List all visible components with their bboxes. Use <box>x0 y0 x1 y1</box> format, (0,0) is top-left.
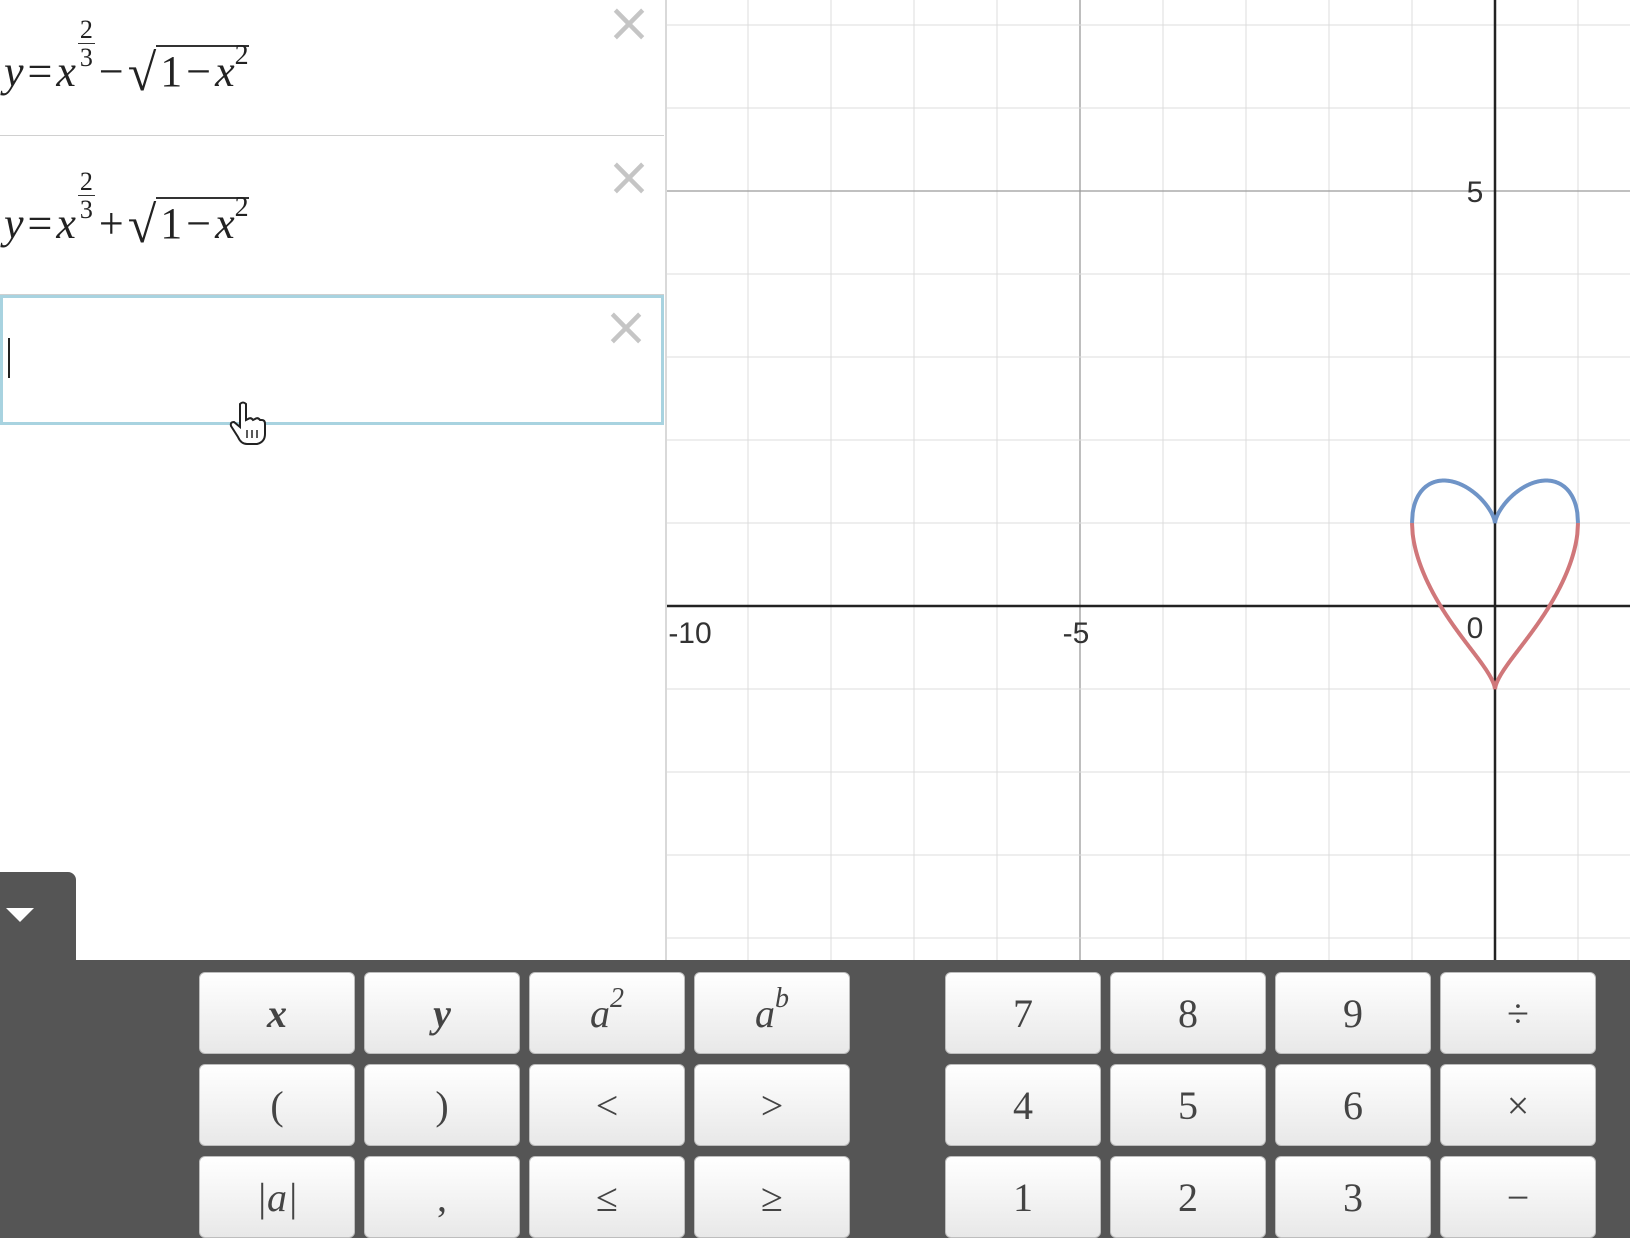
delete-expression-3-icon[interactable]: × <box>603 300 649 354</box>
key-squared-exp: 2 <box>610 983 624 1014</box>
key-2[interactable]: 2 <box>1110 1156 1266 1238</box>
expr-base: x <box>56 47 76 96</box>
hand-cursor-icon <box>229 401 266 445</box>
key-divide[interactable]: ÷ <box>1440 972 1596 1054</box>
expr-operator: + <box>98 199 124 248</box>
key-greater-equal[interactable]: ≥ <box>694 1156 850 1238</box>
exponent-fraction: 23 <box>77 15 95 72</box>
expr-lhs: y <box>4 47 24 96</box>
key-subtract[interactable]: − <box>1440 1156 1596 1238</box>
key-power[interactable]: ab <box>694 972 850 1054</box>
key-5[interactable]: 5 <box>1110 1064 1266 1146</box>
key-x[interactable]: x <box>199 972 355 1054</box>
radicand-exponent: 2 <box>234 192 249 224</box>
expression-list: y=x 2 3 −√1−x2 × y=x 2 3 +√1−x2 × × <box>0 0 667 960</box>
key-3[interactable]: 3 <box>1275 1156 1431 1238</box>
expr-base: x <box>56 199 76 248</box>
key-power-base: a <box>755 990 775 1036</box>
delete-expression-2-icon[interactable]: × <box>606 150 652 204</box>
radicand-exponent: 2 <box>234 40 249 72</box>
exponent-denominator: 3 <box>79 195 93 224</box>
key-abs[interactable]: |a| <box>199 1156 355 1238</box>
graph-paper[interactable]: -10 -5 0 5 <box>667 0 1630 960</box>
exponent-denominator: 3 <box>79 43 93 72</box>
key-less-than[interactable]: < <box>529 1064 685 1146</box>
text-caret <box>8 338 10 378</box>
expression-2-math[interactable]: y=x 2 3 +√1−x2 <box>4 168 249 254</box>
expression-row-2[interactable]: y=x 2 3 +√1−x2 × <box>0 136 664 295</box>
key-squared[interactable]: a2 <box>529 972 685 1054</box>
radicand: 1−x2 <box>156 192 249 248</box>
sqrt-symbol: √ <box>127 45 157 102</box>
expression-row-active[interactable]: × <box>0 295 664 425</box>
key-power-exp: b <box>775 983 789 1014</box>
keypad: x y a2 ab ( ) < > |a| , ≤ ≥ 7 8 9 ÷ 4 5 … <box>0 960 1630 1238</box>
x-tick-label: -10 <box>668 617 711 650</box>
exponent-numerator: 2 <box>77 15 95 44</box>
key-comma[interactable]: , <box>364 1156 520 1238</box>
key-multiply[interactable]: × <box>1440 1064 1596 1146</box>
sqrt-symbol: √ <box>127 197 157 254</box>
key-8[interactable]: 8 <box>1110 972 1266 1054</box>
graph-svg[interactable]: -10 -5 0 5 <box>667 0 1630 960</box>
expr-lhs: y <box>4 199 24 248</box>
equals-sign: = <box>27 47 53 96</box>
keypad-toggle-button[interactable] <box>0 872 76 962</box>
key-4[interactable]: 4 <box>945 1064 1101 1146</box>
radicand-operator: − <box>186 199 212 248</box>
delete-expression-1-icon[interactable]: × <box>606 0 652 50</box>
radicand-operator: − <box>186 47 212 96</box>
key-y-label: y <box>433 990 451 1036</box>
key-7[interactable]: 7 <box>945 972 1101 1054</box>
radicand-a: 1 <box>160 47 183 96</box>
key-close-paren[interactable]: ) <box>364 1064 520 1146</box>
key-squared-base: a <box>590 990 610 1036</box>
x-tick-label: -5 <box>1063 617 1090 650</box>
chevron-down-icon <box>6 908 34 922</box>
radicand-b: x <box>215 199 235 248</box>
origin-label: 0 <box>1467 612 1484 645</box>
radicand-a: 1 <box>160 199 183 248</box>
key-open-paren[interactable]: ( <box>199 1064 355 1146</box>
exponent-numerator: 2 <box>77 167 95 196</box>
key-x-label: x <box>267 990 287 1036</box>
key-9[interactable]: 9 <box>1275 972 1431 1054</box>
radicand-b: x <box>215 47 235 96</box>
expr-operator: − <box>98 47 124 96</box>
expression-row-1[interactable]: y=x 2 3 −√1−x2 × <box>0 0 664 136</box>
key-greater-than[interactable]: > <box>694 1064 850 1146</box>
key-6[interactable]: 6 <box>1275 1064 1431 1146</box>
key-1[interactable]: 1 <box>945 1156 1101 1238</box>
y-tick-label: 5 <box>1467 176 1484 209</box>
key-y[interactable]: y <box>364 972 520 1054</box>
key-less-equal[interactable]: ≤ <box>529 1156 685 1238</box>
radicand: 1−x2 <box>156 40 249 96</box>
exponent-fraction: 23 <box>77 167 95 224</box>
expression-1-math[interactable]: y=x 2 3 −√1−x2 <box>4 16 249 102</box>
equals-sign: = <box>27 199 53 248</box>
